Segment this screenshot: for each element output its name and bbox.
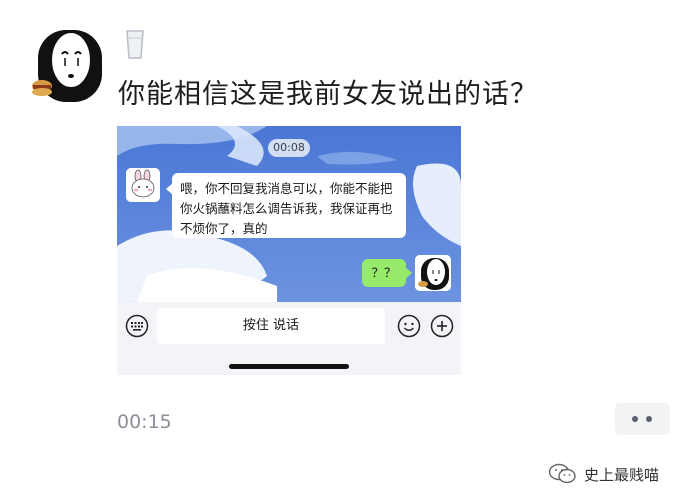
more-dot-icon	[646, 416, 652, 422]
plus-icon[interactable]	[430, 314, 454, 338]
more-button[interactable]	[615, 403, 670, 435]
hold-to-talk-button[interactable]: 按住 说话	[157, 308, 385, 344]
chat-timestamp: 00:08	[268, 139, 310, 157]
watermark-text: 史上最贱喵	[584, 466, 660, 484]
chat-input-bar: 按住 说话	[117, 302, 461, 375]
voice-keyboard-icon[interactable]	[125, 314, 149, 338]
wechat-logo-icon	[548, 463, 576, 484]
home-indicator[interactable]	[229, 364, 349, 369]
outgoing-message[interactable]: ？？	[362, 259, 412, 287]
more-dot-icon	[632, 416, 638, 422]
incoming-message[interactable]: 喂，你不回复我消息可以，你能不能把你火锅蘸料怎么调告诉我，我保证再也不烦你了，真…	[166, 173, 406, 238]
emoji-icon[interactable]	[397, 314, 421, 338]
friend-avatar-bunny-icon[interactable]	[126, 168, 160, 202]
post-title: 你能相信这是我前女友说出的话？	[118, 79, 538, 110]
cup-icon	[126, 30, 144, 59]
video-duration: 00:15	[117, 411, 172, 433]
post-avatar-no-face-icon	[32, 30, 102, 102]
chat-screenshot: 00:08 喂，你不回复我消息可以，你能不能把你火锅蘸料怎么调告诉我，我保证再也…	[117, 126, 461, 375]
my-avatar-no-face-icon[interactable]	[415, 255, 451, 291]
